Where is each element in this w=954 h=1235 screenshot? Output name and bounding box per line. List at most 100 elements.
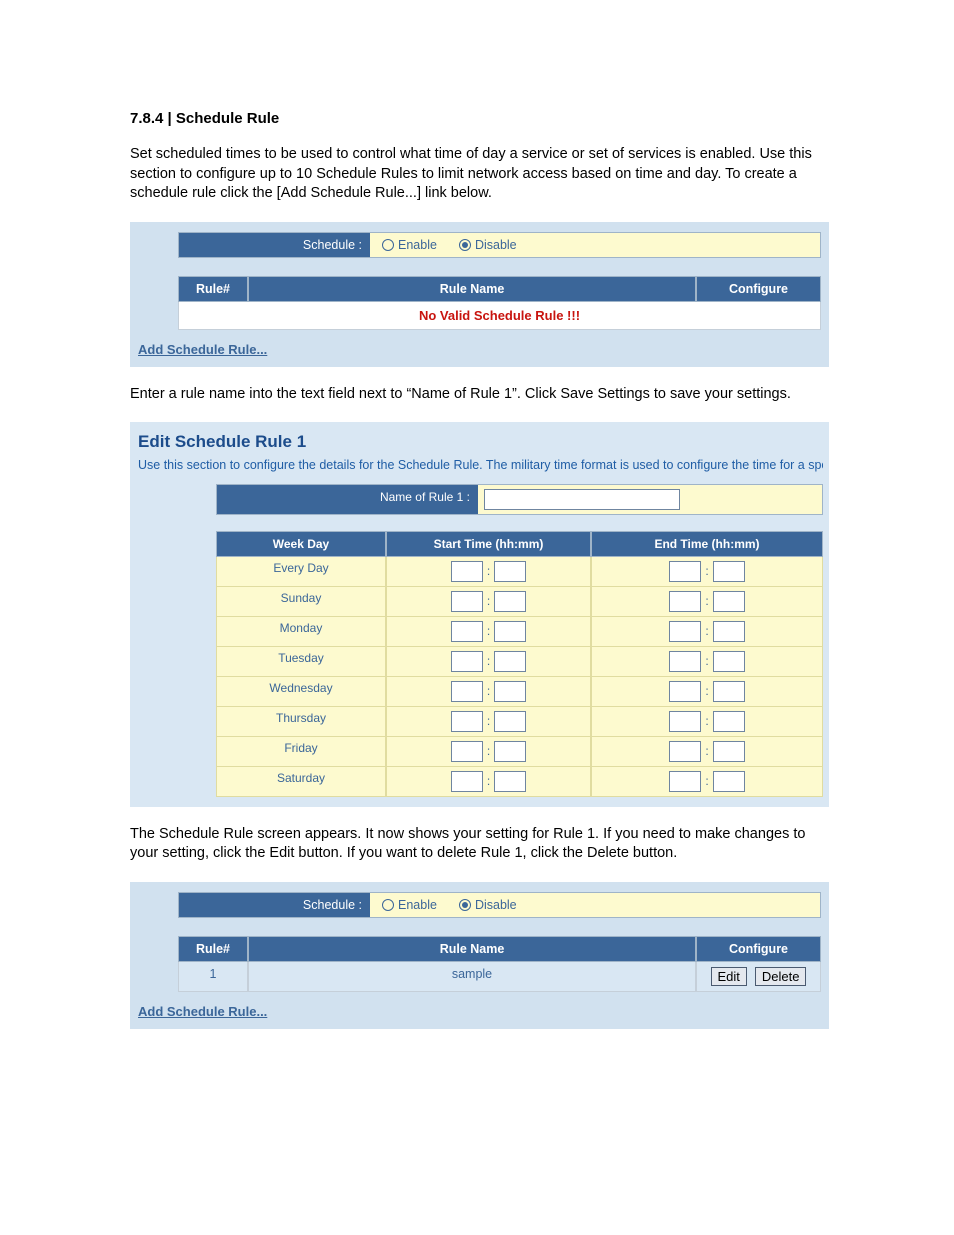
time-colon: : [705,654,708,668]
end-hour-input[interactable] [669,771,701,792]
col-start-time: Start Time (hh:mm) [386,531,591,557]
col-configure: Configure [696,276,821,302]
time-colon: : [705,714,708,728]
schedule-toggle-bar: Schedule : Enable Disable [178,232,821,258]
col-rule-num-2: Rule# [178,936,248,962]
end-hour-input[interactable] [669,621,701,642]
start-hour-input[interactable] [451,771,483,792]
time-row: Saturday:: [216,767,823,797]
time-colon: : [487,714,490,728]
weekday-cell: Thursday [216,707,386,737]
end-min-input[interactable] [713,651,745,672]
start-min-input[interactable] [494,741,526,762]
time-colon: : [487,654,490,668]
end-min-input[interactable] [713,741,745,762]
time-colon: : [705,774,708,788]
weekday-cell: Wednesday [216,677,386,707]
disable-label-2: Disable [475,898,517,912]
section-heading: 7.8.4 | Schedule Rule [130,110,829,127]
weekday-cell: Every Day [216,557,386,587]
start-min-input[interactable] [494,711,526,732]
time-colon: : [705,564,708,578]
weekday-cell: Monday [216,617,386,647]
start-min-input[interactable] [494,621,526,642]
time-colon: : [705,624,708,638]
start-min-input[interactable] [494,591,526,612]
start-min-input[interactable] [494,561,526,582]
end-min-input[interactable] [713,711,745,732]
disable-radio-2[interactable]: Disable [459,898,517,912]
delete-button[interactable]: Delete [755,967,807,986]
start-min-input[interactable] [494,651,526,672]
schedule-toggle-bar-2: Schedule : Enable Disable [178,892,821,918]
time-colon: : [487,684,490,698]
rule-number-cell: 1 [178,962,248,992]
schedule-panel-empty: Schedule : Enable Disable Rule# Rule Nam… [130,222,829,367]
paragraph-1: Set scheduled times to be used to contro… [130,145,829,204]
start-hour-input[interactable] [451,681,483,702]
end-min-input[interactable] [713,681,745,702]
start-hour-input[interactable] [451,561,483,582]
no-valid-rule-message: No Valid Schedule Rule !!! [178,302,821,330]
start-hour-input[interactable] [451,651,483,672]
start-hour-input[interactable] [451,741,483,762]
edit-button[interactable]: Edit [711,967,747,986]
rule-name-cell: sample [248,962,696,992]
rule-name-bar: Name of Rule 1 : [216,484,823,515]
time-colon: : [487,744,490,758]
add-schedule-rule-link-2[interactable]: Add Schedule Rule... [138,1004,267,1019]
col-rule-name-2: Rule Name [248,936,696,962]
start-min-input[interactable] [494,771,526,792]
enable-label-2: Enable [398,898,437,912]
end-hour-input[interactable] [669,591,701,612]
time-row: Monday:: [216,617,823,647]
time-table-header: Week Day Start Time (hh:mm) End Time (hh… [216,531,823,557]
time-colon: : [487,624,490,638]
end-min-input[interactable] [713,591,745,612]
time-colon: : [487,564,490,578]
table-row: 1 sample Edit Delete [178,962,821,992]
schedule-panel-populated: Schedule : Enable Disable Rule# Rule Nam… [130,882,829,1029]
schedule-label-2: Schedule : [179,893,370,917]
col-configure-2: Configure [696,936,821,962]
weekday-cell: Sunday [216,587,386,617]
enable-label: Enable [398,238,437,252]
rule-table-header: Rule# Rule Name Configure [178,276,821,302]
time-colon: : [487,594,490,608]
weekday-cell: Friday [216,737,386,767]
end-hour-input[interactable] [669,741,701,762]
start-hour-input[interactable] [451,711,483,732]
rule-name-input[interactable] [484,489,680,510]
end-min-input[interactable] [713,771,745,792]
enable-radio-2[interactable]: Enable [382,898,437,912]
time-row: Tuesday:: [216,647,823,677]
edit-schedule-description: Use this section to configure the detail… [138,458,823,474]
col-rule-num: Rule# [178,276,248,302]
end-min-input[interactable] [713,561,745,582]
edit-schedule-title: Edit Schedule Rule 1 [138,432,823,452]
paragraph-3: The Schedule Rule screen appears. It now… [130,825,829,864]
time-row: Friday:: [216,737,823,767]
end-min-input[interactable] [713,621,745,642]
end-hour-input[interactable] [669,651,701,672]
time-row: Thursday:: [216,707,823,737]
start-hour-input[interactable] [451,621,483,642]
time-row: Sunday:: [216,587,823,617]
disable-label: Disable [475,238,517,252]
end-hour-input[interactable] [669,711,701,732]
col-rule-name: Rule Name [248,276,696,302]
time-colon: : [705,744,708,758]
rule-table-header-2: Rule# Rule Name Configure [178,936,821,962]
end-hour-input[interactable] [669,561,701,582]
start-hour-input[interactable] [451,591,483,612]
time-colon: : [705,594,708,608]
disable-radio[interactable]: Disable [459,238,517,252]
enable-radio[interactable]: Enable [382,238,437,252]
add-schedule-rule-link[interactable]: Add Schedule Rule... [138,342,267,357]
start-min-input[interactable] [494,681,526,702]
time-colon: : [705,684,708,698]
end-hour-input[interactable] [669,681,701,702]
time-row: Wednesday:: [216,677,823,707]
paragraph-2: Enter a rule name into the text field ne… [130,385,829,405]
col-end-time: End Time (hh:mm) [591,531,823,557]
